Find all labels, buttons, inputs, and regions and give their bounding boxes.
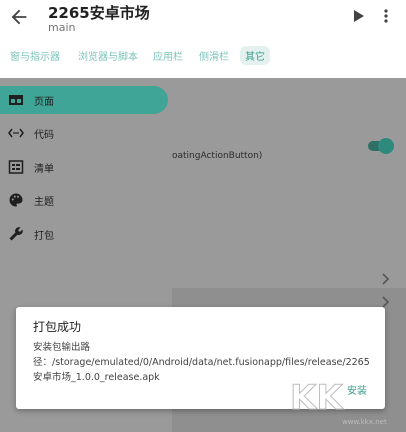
drawer-item-theme[interactable]: 主题	[0, 186, 168, 214]
drawer-item-label: 代码	[34, 130, 54, 141]
tab-other[interactable]: 其它	[240, 46, 270, 65]
chevron-right-icon[interactable]	[380, 273, 390, 285]
tab-bar: 窗与指示器 浏览器与脚本 应用栏 侧滑栏 其它	[0, 44, 406, 68]
drawer-item-label: 页面	[34, 97, 54, 108]
watermark-logo: KK	[290, 378, 344, 419]
drawer-item-label: 主题	[34, 197, 54, 208]
play-icon[interactable]	[352, 8, 366, 24]
more-vert-icon[interactable]	[381, 8, 391, 24]
page-icon	[9, 95, 23, 105]
drawer-item-build[interactable]: 打包	[0, 220, 168, 248]
drawer-item-label: 清单	[34, 164, 54, 175]
tab-window-indicator[interactable]: 窗与指示器	[10, 48, 60, 63]
back-arrow-icon[interactable]	[8, 6, 30, 28]
app-title: 2265安卓市场	[48, 4, 150, 22]
drawer-item-label: 打包	[34, 231, 54, 242]
settings-card	[172, 78, 406, 288]
app-bar: 2265安卓市场 main 窗与指示器 浏览器与脚本 应用栏 侧滑栏 其它	[0, 0, 406, 78]
drawer-item-page[interactable]: 页面	[0, 86, 168, 114]
tab-browser-script[interactable]: 浏览器与脚本	[78, 48, 138, 63]
tab-appbar[interactable]: 应用栏	[153, 48, 183, 63]
watermark-url: www.kkx.net	[342, 418, 387, 426]
drawer-item-manifest[interactable]: 清单	[0, 153, 168, 181]
palette-icon	[9, 193, 23, 207]
wrench-icon	[9, 227, 23, 241]
app-subtitle: main	[48, 21, 76, 34]
manifest-icon	[8, 160, 24, 174]
fab-toggle-thumb	[378, 138, 394, 154]
watermark: KK www.kkx.net	[288, 378, 406, 432]
tab-drawer[interactable]: 侧滑栏	[199, 48, 229, 63]
dialog-title: 打包成功	[33, 320, 82, 334]
drawer-item-code[interactable]: 代码	[0, 119, 168, 147]
code-icon	[8, 128, 24, 138]
fab-setting-label: oatingActionButton)	[172, 151, 263, 161]
